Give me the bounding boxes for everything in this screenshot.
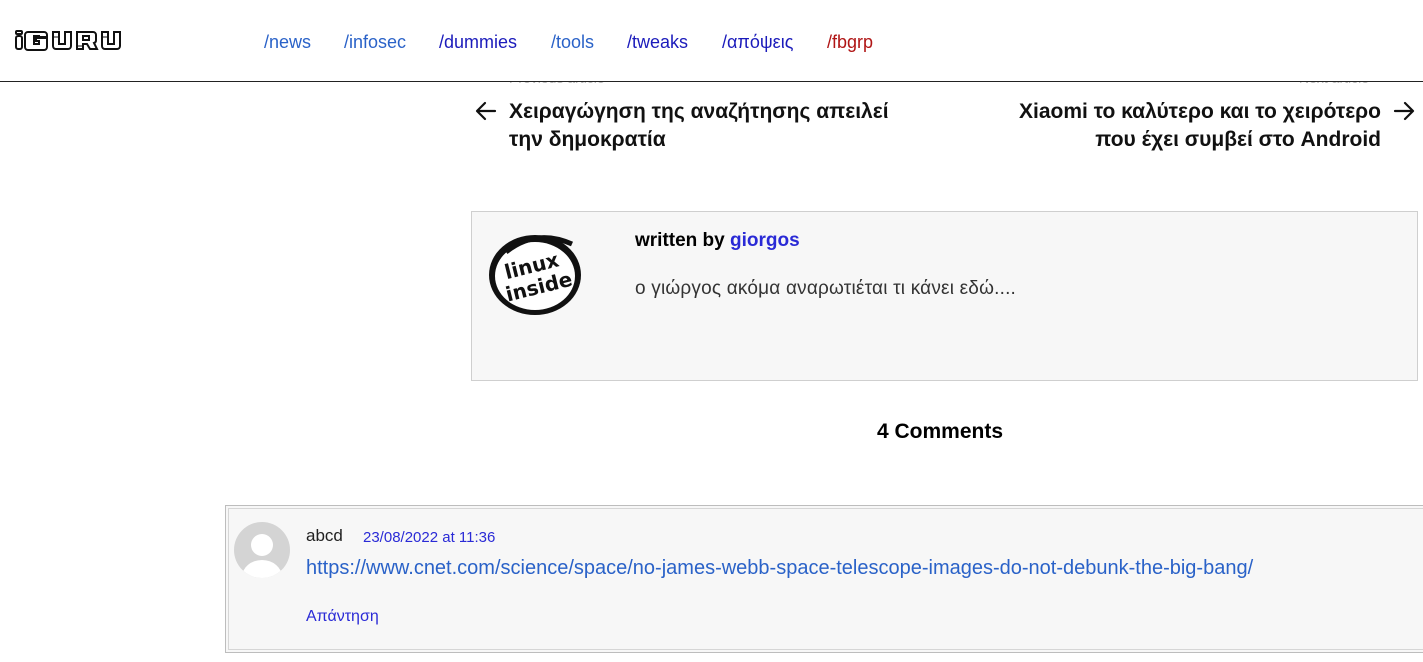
nav-fbgrp[interactable]: /fbgrp (827, 31, 873, 53)
comments-heading: 4 Comments (877, 420, 1004, 443)
previous-article-title-line1: Χειραγώγηση της αναζήτησης απειλεί (509, 100, 889, 123)
author-bio: ο γιώργος ακόμα αναρωτιέται τι κάνει εδώ… (635, 278, 1017, 299)
arrow-right-icon[interactable] (1393, 100, 1415, 122)
nav-tools[interactable]: /tools (551, 31, 594, 53)
author-avatar: linux inside (489, 235, 581, 315)
next-article-link[interactable]: Xiaomi το καλύτερο και το χειρότερο που … (1019, 98, 1381, 154)
comment-author: abcd (306, 526, 343, 545)
nav-infosec[interactable]: /infosec (344, 31, 406, 53)
site-header: /news /infosec /dummies /tools /tweaks /… (0, 0, 1423, 82)
nav-dummies[interactable]: /dummies (439, 31, 517, 53)
previous-article-title-line2: την δημοκρατία (509, 128, 666, 151)
logo-icon (15, 30, 121, 51)
comment-date[interactable]: 23/08/2022 at 11:36 (363, 529, 495, 547)
comment-url-link[interactable]: https://www.cnet.com/science/space/no-ja… (306, 556, 1253, 580)
reply-link[interactable]: Απάντηση (306, 607, 379, 627)
nav-news[interactable]: /news (264, 31, 311, 53)
comment-body: abcd 23/08/2022 at 11:36 https://www.cne… (228, 508, 1423, 650)
written-by: written by giorgos (635, 230, 800, 252)
next-article-title-line1: Xiaomi το καλύτερο και το χειρότερο (1019, 100, 1381, 123)
nav-apopseis[interactable]: /απόψεις (722, 31, 793, 53)
written-by-label: written by (635, 230, 725, 251)
arrow-left-icon[interactable] (475, 100, 497, 122)
next-article-title-line2: που έχει συμβεί στο Android (1095, 128, 1381, 151)
site-logo[interactable] (14, 27, 140, 52)
author-box: linux inside written by giorgos ο γιώργο… (471, 211, 1418, 381)
default-avatar-icon (234, 522, 290, 578)
nav-tweaks[interactable]: /tweaks (627, 31, 688, 53)
author-name-link[interactable]: giorgos (730, 230, 800, 251)
previous-article-link[interactable]: Χειραγώγηση της αναζήτησης απειλεί την δ… (509, 98, 889, 154)
comment: abcd 23/08/2022 at 11:36 https://www.cne… (225, 505, 1423, 653)
